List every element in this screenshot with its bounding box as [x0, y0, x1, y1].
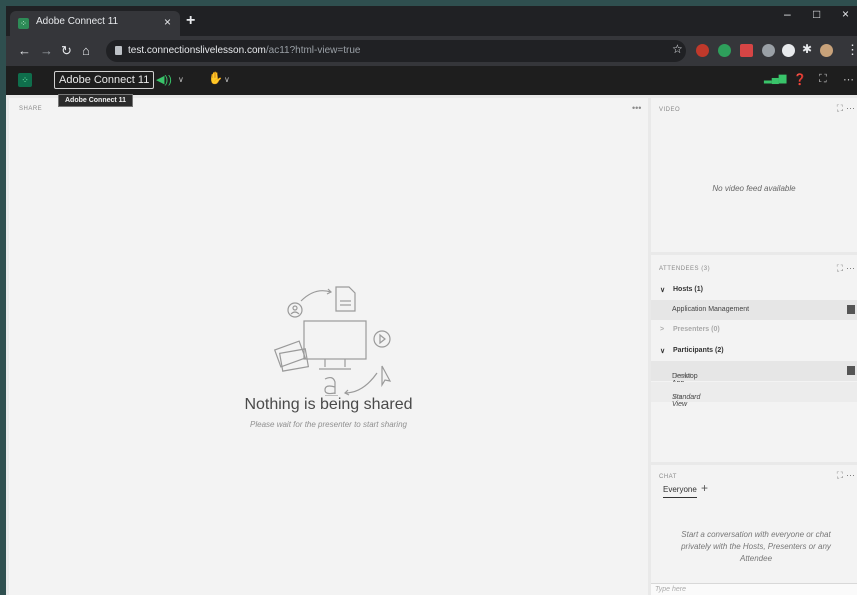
extensions-puzzle-icon[interactable]: ✱: [802, 42, 812, 56]
attendees-pod-label: ATTENDEES (3): [659, 266, 711, 272]
extension-icon[interactable]: [718, 44, 731, 57]
tab-title: Adobe Connect 11: [36, 16, 119, 27]
browser-tab[interactable]: ⁘ Adobe Connect 11 ×: [10, 11, 180, 36]
profile-avatar[interactable]: [820, 44, 833, 57]
meeting-room: SHARE ••• Nothing is being shared Please…: [6, 95, 857, 595]
adobe-connect-favicon-icon: ⁘: [18, 18, 29, 29]
browser-window: ⁘ Adobe Connect 11 × + – □ × ← → ↻ ⌂ tes…: [6, 6, 857, 595]
hosts-group[interactable]: ∨ Hosts (1): [651, 280, 857, 300]
reload-icon[interactable]: ↻: [61, 43, 72, 59]
attendee-name: Application Management: [672, 306, 750, 313]
back-icon[interactable]: ←: [18, 43, 31, 58]
video-fullscreen-icon[interactable]: ⛶: [837, 103, 843, 114]
attendees-pod-menu-icon[interactable]: ⋯: [846, 263, 855, 274]
presenters-group-label: Presenters (0): [673, 326, 720, 333]
maximize-button[interactable]: □: [813, 7, 820, 21]
edit-icon[interactable]: [847, 366, 855, 375]
close-window-button[interactable]: ×: [842, 7, 849, 21]
nothing-shared-subtext: Please wait for the presenter to start s…: [250, 420, 407, 429]
extension-icon[interactable]: [740, 44, 753, 57]
share-pod: SHARE ••• Nothing is being shared Please…: [9, 98, 648, 595]
chat-pod-label: CHAT: [659, 474, 677, 480]
chevron-down-icon[interactable]: ∨: [178, 75, 184, 84]
chat-empty-message: Start a conversation with everyone or ch…: [681, 530, 831, 563]
chat-tab-everyone[interactable]: Everyone: [663, 485, 697, 498]
minimize-button[interactable]: –: [784, 7, 791, 21]
new-chat-plus-icon[interactable]: +: [701, 481, 708, 495]
participants-group[interactable]: ∨ Participants (2): [651, 341, 857, 361]
chevron-down-icon: ∨: [660, 287, 666, 294]
bookmark-star-icon[interactable]: ☆: [672, 42, 683, 56]
chat-pod-menu-icon[interactable]: ⋯: [846, 470, 855, 481]
attendee-row[interactable]: Standard View You: [651, 382, 857, 408]
attendee-row[interactable]: Application Management: [651, 300, 857, 320]
extension-icon[interactable]: [762, 44, 775, 57]
fullscreen-icon[interactable]: ⛶: [819, 73, 827, 86]
hosts-group-label: Hosts (1): [673, 286, 703, 293]
meeting-title[interactable]: Adobe Connect 11: [54, 71, 155, 89]
adobe-connect-logo-icon: ⁘: [18, 73, 32, 87]
tab-strip: ⁘ Adobe Connect 11 × + – □ ×: [6, 6, 857, 36]
tab-close-icon[interactable]: ×: [164, 15, 171, 29]
edit-icon[interactable]: [847, 305, 855, 314]
url-text: test.connectionslivelesson.com/ac11?html…: [128, 45, 361, 56]
speaker-icon[interactable]: ◀)): [156, 73, 172, 86]
presenters-group[interactable]: > Presenters (0): [651, 320, 857, 340]
nothing-shared-heading: Nothing is being shared: [244, 396, 413, 413]
participants-group-label: Participants (2): [673, 347, 724, 354]
connection-signal-icon[interactable]: ▂▄▆: [764, 73, 786, 84]
app-header: ⁘ Adobe Connect 11 ◀)) ∨ ✋ ∨ ▂▄▆ ❓ ⛶ ⋯: [6, 66, 857, 95]
address-bar[interactable]: test.connectionslivelesson.com/ac11?html…: [106, 40, 686, 62]
chat-input[interactable]: Type here: [651, 583, 857, 595]
home-icon[interactable]: ⌂: [82, 43, 90, 58]
share-pod-label: SHARE: [19, 106, 43, 112]
browser-toolbar: ← → ↻ ⌂ test.connectionslivelesson.com/a…: [6, 36, 857, 66]
chevron-down-icon[interactable]: ∨: [224, 75, 230, 84]
attendees-pod: ATTENDEES (3) ⛶ ⋯ ∨ Hosts (1) Applicatio…: [651, 255, 857, 462]
forward-icon[interactable]: →: [40, 43, 53, 58]
chat-fullscreen-icon[interactable]: ⛶: [837, 470, 843, 481]
new-tab-button[interactable]: +: [186, 12, 195, 30]
lock-icon: [115, 46, 122, 55]
pdf-extension-icon[interactable]: [696, 44, 709, 57]
chat-pod: CHAT ⛶ ⋯ Everyone + Start a conversation…: [651, 465, 857, 595]
more-menu-icon[interactable]: ⋯: [843, 73, 854, 86]
chevron-right-icon: >: [660, 326, 665, 333]
title-tooltip: Adobe Connect 11: [58, 94, 134, 107]
raise-hand-icon[interactable]: ✋: [208, 71, 223, 85]
video-pod-menu-icon[interactable]: ⋯: [846, 103, 855, 114]
chevron-down-icon: ∨: [660, 348, 666, 355]
video-pod: VIDEO ⛶ ⋯ No video feed available: [651, 98, 857, 252]
video-pod-label: VIDEO: [659, 107, 681, 113]
no-video-message: No video feed available: [712, 184, 796, 193]
help-icon[interactable]: ❓: [793, 73, 807, 86]
browser-menu-icon[interactable]: ⋮: [846, 42, 857, 58]
attendees-fullscreen-icon[interactable]: ⛶: [837, 263, 843, 274]
attendee-row[interactable]: Desktop App Guest: [651, 361, 857, 387]
extension-icon[interactable]: [782, 44, 795, 57]
nothing-shared-illustration: [273, 286, 392, 396]
share-pod-menu-icon[interactable]: •••: [632, 103, 641, 113]
